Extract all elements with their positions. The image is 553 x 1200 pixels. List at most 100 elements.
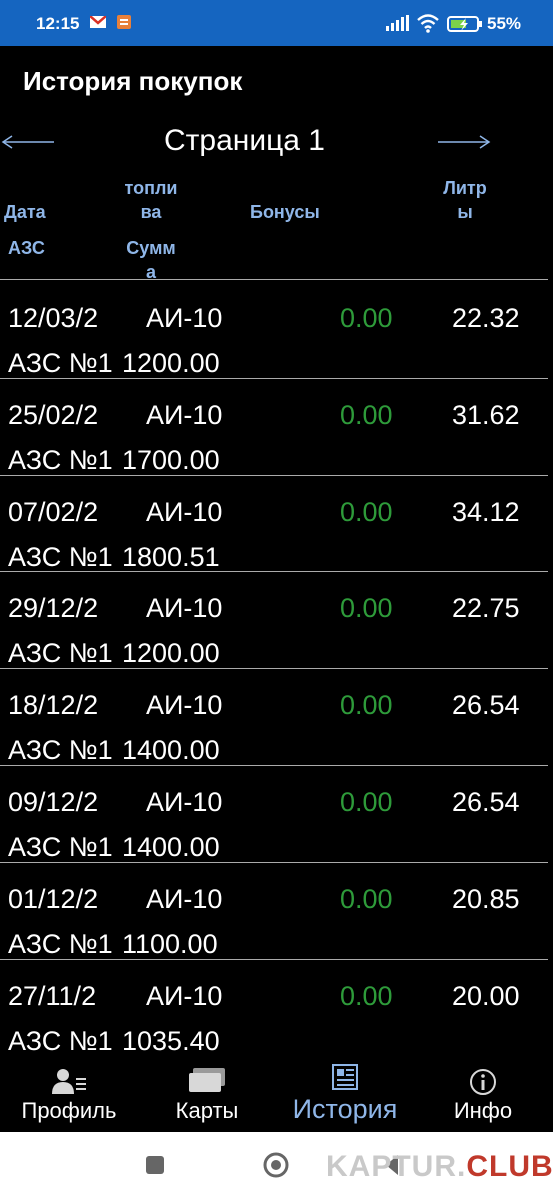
purchase-row[interactable]: 09/12/2 АИ-10 0.00 26.54 АЗС №1 1400.00 bbox=[0, 766, 553, 863]
profile-icon bbox=[52, 1069, 86, 1094]
purchase-sum: 1400.00 bbox=[122, 831, 220, 862]
purchase-fuel: АИ-10 bbox=[146, 593, 223, 624]
purchase-fuel: АИ-10 bbox=[146, 690, 223, 721]
purchase-fuel: АИ-10 bbox=[146, 786, 223, 817]
purchase-sum: 1035.40 bbox=[122, 1025, 220, 1056]
purchase-liters: 22.75 bbox=[452, 593, 520, 624]
purchase-date: 01/12/2 bbox=[8, 883, 99, 914]
purchase-row[interactable]: 18/12/2 АИ-10 0.00 26.54 АЗС №1 1400.00 bbox=[0, 669, 553, 766]
battery-charging-icon bbox=[447, 16, 482, 32]
purchase-liters: 26.54 bbox=[452, 690, 520, 721]
status-time: 12:15 bbox=[36, 14, 80, 33]
watermark-club: CLUB bbox=[466, 1150, 553, 1183]
purchase-liters: 20.00 bbox=[452, 980, 520, 1011]
purchase-fuel: АИ-10 bbox=[146, 980, 223, 1011]
purchase-liters: 34.12 bbox=[452, 496, 520, 527]
header-divider bbox=[0, 279, 548, 280]
tab-cards[interactable]: Карты bbox=[138, 1058, 276, 1132]
purchase-row[interactable]: 29/12/2 АИ-10 0.00 22.75 АЗС №1 1200.00 bbox=[0, 572, 553, 670]
purchase-list[interactable]: 12/03/2 АИ-10 0.00 22.32 АЗС №1 1200.00 … bbox=[0, 282, 553, 1056]
purchase-station: АЗС №1 bbox=[8, 735, 113, 766]
tab-cards-label: Карты bbox=[175, 1098, 239, 1123]
tab-history-label: История bbox=[292, 1094, 398, 1124]
purchase-liters: 31.62 bbox=[452, 399, 520, 430]
purchase-sum: 1200.00 bbox=[122, 348, 220, 378]
column-header-sum-line1: Сумм bbox=[126, 238, 176, 258]
tab-history[interactable]: История bbox=[276, 1058, 414, 1132]
purchase-bonus: 0.00 bbox=[340, 980, 393, 1011]
bottom-nav: Профиль Карты История Инфо bbox=[0, 1058, 553, 1132]
purchase-bonus: 0.00 bbox=[340, 690, 393, 721]
tab-profile-label: Профиль bbox=[21, 1098, 117, 1123]
cards-icon bbox=[189, 1068, 225, 1092]
purchase-sum: 1100.00 bbox=[122, 928, 218, 959]
purchase-fuel: АИ-10 bbox=[146, 303, 223, 333]
column-header-date: Дата bbox=[4, 202, 46, 222]
purchase-fuel: АИ-10 bbox=[146, 496, 223, 527]
purchase-fuel: АИ-10 bbox=[146, 883, 223, 914]
column-header-fuel-line2: ва bbox=[140, 202, 162, 222]
page-indicator: Страница 1 bbox=[164, 124, 325, 157]
column-header-liters: Литр ы bbox=[430, 176, 500, 224]
purchase-date: 12/03/2 bbox=[8, 303, 99, 333]
home-button[interactable] bbox=[263, 1152, 289, 1178]
purchase-bonus: 0.00 bbox=[340, 303, 393, 333]
column-header-liters-line2: ы bbox=[457, 202, 473, 222]
watermark-main: KAPTUR. bbox=[326, 1150, 467, 1183]
signal-icon bbox=[386, 15, 409, 31]
tab-profile[interactable]: Профиль bbox=[0, 1058, 138, 1132]
purchase-date: 25/02/2 bbox=[8, 399, 99, 430]
purchase-sum: 1800.51 bbox=[122, 541, 220, 572]
purchase-bonus: 0.00 bbox=[340, 786, 393, 817]
column-header-sum-line2: а bbox=[145, 262, 156, 282]
purchase-sum: 1700.00 bbox=[122, 444, 220, 475]
watermark: KAPTUR.CLUB bbox=[326, 1150, 553, 1184]
purchase-station: АЗС №1 bbox=[8, 1025, 113, 1056]
purchase-liters: 26.54 bbox=[452, 786, 520, 817]
purchase-date: 29/12/2 bbox=[8, 593, 99, 624]
purchase-bonus: 0.00 bbox=[340, 496, 393, 527]
purchase-date: 27/11/2 bbox=[8, 980, 97, 1011]
system-nav-bar: KAPTUR.CLUB bbox=[0, 1132, 553, 1200]
purchase-row[interactable]: 27/11/2 АИ-10 0.00 20.00 АЗС №1 1035.40 bbox=[0, 960, 553, 1056]
purchase-date: 07/02/2 bbox=[8, 496, 99, 527]
gmail-icon bbox=[90, 16, 106, 28]
status-bar: 12:15 55% bbox=[0, 0, 553, 46]
purchase-liters: 22.32 bbox=[452, 303, 520, 333]
column-header-sum: Сумм а bbox=[120, 236, 182, 284]
purchase-date: 09/12/2 bbox=[8, 786, 99, 817]
purchase-station: АЗС №1 bbox=[8, 831, 113, 862]
notification-icon bbox=[117, 15, 131, 29]
info-icon bbox=[470, 1069, 496, 1095]
page-title: История покупок bbox=[23, 66, 243, 96]
purchase-bonus: 0.00 bbox=[340, 399, 393, 430]
purchase-station: АЗС №1 bbox=[8, 928, 113, 959]
column-header-fuel-line1: топли bbox=[124, 178, 178, 198]
purchase-liters: 20.85 bbox=[452, 883, 520, 914]
purchase-station: АЗС №1 bbox=[8, 638, 113, 669]
wifi-icon bbox=[417, 14, 439, 33]
history-icon bbox=[332, 1064, 358, 1090]
purchase-date: 18/12/2 bbox=[8, 690, 99, 721]
purchase-fuel: АИ-10 bbox=[146, 399, 223, 430]
purchase-row[interactable]: 25/02/2 АИ-10 0.00 31.62 АЗС №1 1700.00 bbox=[0, 379, 553, 476]
column-header-bonus: Бонусы bbox=[250, 202, 320, 222]
recent-apps-button[interactable] bbox=[146, 1156, 164, 1174]
purchase-bonus: 0.00 bbox=[340, 593, 393, 624]
purchase-sum: 1200.00 bbox=[122, 638, 220, 669]
purchase-row[interactable]: 01/12/2 АИ-10 0.00 20.85 АЗС №1 1100.00 bbox=[0, 863, 553, 960]
arrow-right-icon[interactable] bbox=[434, 132, 492, 152]
column-header-fuel: топли ва bbox=[120, 176, 182, 224]
purchase-station: АЗС №1 bbox=[8, 348, 113, 378]
column-header-liters-line1: Литр bbox=[443, 178, 487, 198]
purchase-row[interactable]: 07/02/2 АИ-10 0.00 34.12 АЗС №1 1800.51 bbox=[0, 476, 553, 573]
battery-percent: 55% bbox=[487, 14, 522, 33]
purchase-row[interactable]: 12/03/2 АИ-10 0.00 22.32 АЗС №1 1200.00 bbox=[0, 282, 553, 379]
purchase-station: АЗС №1 bbox=[8, 444, 113, 475]
purchase-station: АЗС №1 bbox=[8, 541, 113, 572]
column-header-station: АЗС bbox=[8, 238, 45, 258]
purchase-bonus: 0.00 bbox=[340, 883, 393, 914]
tab-info-label: Инфо bbox=[453, 1098, 513, 1123]
purchase-sum: 1400.00 bbox=[122, 735, 220, 766]
tab-info[interactable]: Инфо bbox=[414, 1058, 552, 1132]
